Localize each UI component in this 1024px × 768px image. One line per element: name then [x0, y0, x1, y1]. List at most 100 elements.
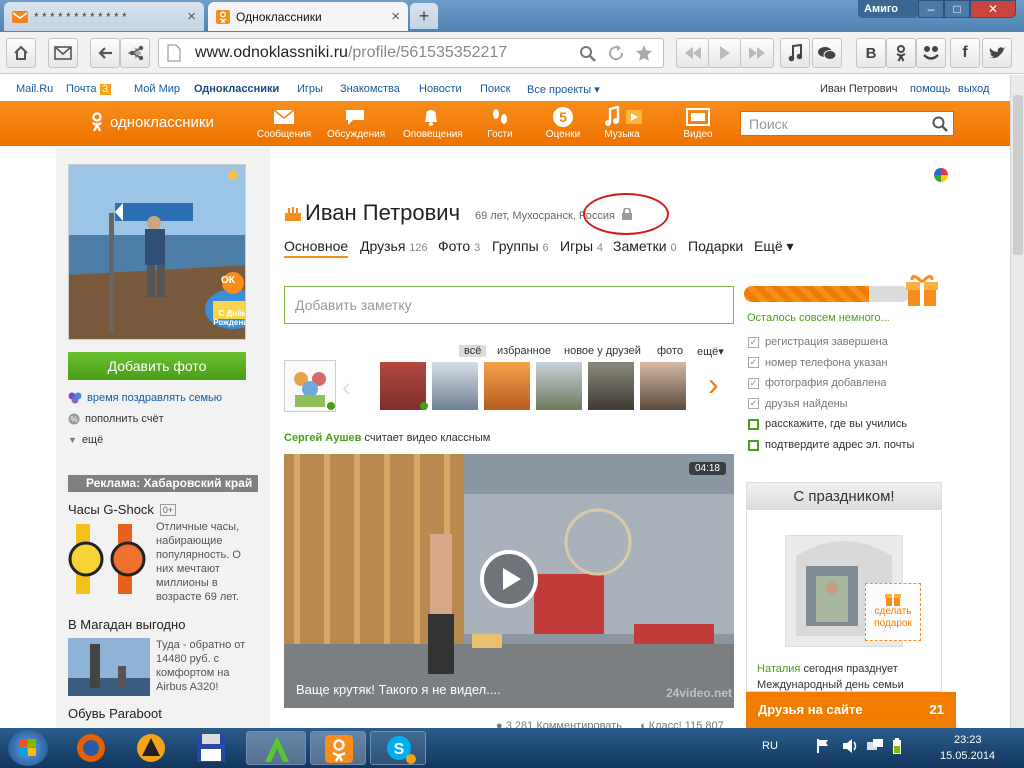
- aimp-icon[interactable]: [124, 731, 178, 765]
- firefox-icon[interactable]: [64, 731, 118, 765]
- friend-thumb[interactable]: [484, 362, 530, 410]
- facebook-icon[interactable]: f: [950, 38, 980, 68]
- browser-tab-ok[interactable]: Одноклассники ×: [208, 2, 408, 31]
- link-user-name[interactable]: Иван Петрович: [820, 83, 898, 95]
- make-gift-button[interactable]: сделать подарок: [865, 583, 921, 641]
- clock-date[interactable]: 15.05.2014: [940, 750, 995, 762]
- tab-groups[interactable]: Группы 6: [492, 238, 549, 254]
- floppy-save-icon[interactable]: [184, 731, 238, 765]
- play-icon[interactable]: [480, 550, 538, 608]
- amigo-icon[interactable]: [246, 731, 306, 765]
- ok-social-icon[interactable]: [886, 38, 916, 68]
- reload-icon[interactable]: [607, 44, 625, 62]
- ad-magadan-image[interactable]: [68, 638, 150, 696]
- vk-icon[interactable]: В: [856, 38, 886, 68]
- chat-bubbles-icon[interactable]: [812, 38, 842, 68]
- profile-avatar[interactable]: ОК С Днём Рождения: [68, 164, 246, 340]
- skype-icon[interactable]: S: [370, 731, 426, 765]
- ok-search-input[interactable]: Поиск: [740, 111, 954, 136]
- flag-icon[interactable]: [816, 738, 830, 754]
- ok-logo[interactable]: одноклассники: [90, 112, 214, 132]
- all-friends-icon[interactable]: [284, 360, 336, 412]
- moymir-icon[interactable]: [916, 38, 946, 68]
- friend-thumb[interactable]: [432, 362, 478, 410]
- link-mailru[interactable]: Mail.Ru: [16, 83, 53, 95]
- nav-music[interactable]: Музыка: [594, 105, 650, 140]
- link-all-projects[interactable]: Все проекты ▾: [527, 83, 600, 96]
- ad-gshock-image[interactable]: [68, 524, 150, 594]
- ok-taskbar-icon[interactable]: [310, 731, 366, 765]
- friend-thumb[interactable]: [536, 362, 582, 410]
- friends-online-bar[interactable]: Друзья на сайте 21: [746, 692, 956, 728]
- carousel-left-icon[interactable]: ‹: [342, 372, 351, 403]
- close-tab-icon[interactable]: ×: [391, 8, 400, 25]
- volume-icon[interactable]: [842, 738, 858, 754]
- tab-games[interactable]: Игры 4: [560, 238, 603, 254]
- nav-notifications[interactable]: Оповещения: [403, 105, 463, 140]
- tab-notes[interactable]: Заметки 0: [613, 238, 677, 254]
- color-wheel-icon[interactable]: [934, 168, 948, 182]
- link-znakomstva[interactable]: Знакомства: [340, 83, 400, 95]
- home-icon[interactable]: [6, 38, 36, 68]
- more-link[interactable]: ▼ ещё: [68, 434, 103, 446]
- tab-main[interactable]: Основное: [284, 238, 349, 258]
- scrollbar-thumb[interactable]: [1013, 95, 1023, 255]
- twitter-icon[interactable]: [982, 38, 1012, 68]
- address-bar[interactable]: www.odnoklassniki.ru/profile/56153535221…: [129, 38, 664, 68]
- ad-gshock-title[interactable]: Часы G-Shock 0+: [68, 502, 177, 517]
- tab-photos[interactable]: Фото 3: [438, 238, 480, 254]
- media-play-icon[interactable]: [708, 38, 742, 68]
- network-icon[interactable]: [866, 738, 884, 754]
- browser-profile-button[interactable]: Амиго: [858, 0, 918, 18]
- page-scrollbar[interactable]: [1010, 75, 1024, 728]
- clock-time[interactable]: 23:23: [954, 734, 982, 746]
- start-button[interactable]: [8, 730, 48, 766]
- checklist-item[interactable]: подтвердите адрес эл. почты: [748, 439, 914, 451]
- close-tab-icon[interactable]: ×: [187, 8, 196, 25]
- link-moymir[interactable]: Мой Мир: [134, 83, 180, 95]
- gift-icon[interactable]: [906, 272, 938, 308]
- filter-all[interactable]: всё: [459, 345, 487, 357]
- checklist-item[interactable]: расскажите, где вы учились: [748, 418, 907, 430]
- add-note-input[interactable]: Добавить заметку: [284, 286, 734, 324]
- nav-ratings[interactable]: 5 Оценки: [535, 105, 591, 140]
- link-poisk[interactable]: Поиск: [480, 83, 510, 95]
- new-tab-button[interactable]: +: [410, 3, 438, 29]
- link-help[interactable]: помощь: [910, 83, 951, 95]
- video-player[interactable]: 04:18 Ваще крутяк! Такого я не видел....…: [284, 454, 734, 708]
- media-next-icon[interactable]: [740, 38, 774, 68]
- link-igry[interactable]: Игры: [297, 83, 323, 95]
- bookmark-star-icon[interactable]: [635, 44, 653, 62]
- link-novosti[interactable]: Новости: [419, 83, 462, 95]
- topup-link[interactable]: % пополнить счёт: [68, 413, 164, 425]
- nav-guests[interactable]: Гости: [472, 105, 528, 140]
- close-window-icon[interactable]: ✕: [970, 0, 1016, 18]
- link-odnoklassniki[interactable]: Одноклассники: [194, 83, 279, 95]
- holiday-person-link[interactable]: Наталия: [757, 663, 800, 675]
- filter-more[interactable]: ещё▾: [697, 345, 724, 358]
- tab-gifts[interactable]: Подарки: [688, 238, 743, 254]
- language-indicator[interactable]: RU: [762, 740, 778, 752]
- feed-author-link[interactable]: Сергей Аушев: [284, 432, 361, 444]
- nav-video[interactable]: Видео: [670, 105, 726, 140]
- search-icon[interactable]: [579, 45, 597, 63]
- mail-envelope-icon[interactable]: [48, 38, 78, 68]
- maximize-icon[interactable]: □: [944, 0, 970, 18]
- minimize-icon[interactable]: –: [918, 0, 944, 18]
- battery-icon[interactable]: [892, 738, 902, 754]
- tab-more[interactable]: Ещё ▾: [754, 238, 794, 255]
- carousel-right-icon[interactable]: ›: [708, 366, 719, 403]
- browser-tab-mail[interactable]: * * * * * * * * * * * * ×: [4, 2, 204, 31]
- back-icon[interactable]: [90, 38, 120, 68]
- filter-new-from-friends[interactable]: новое у друзей: [564, 345, 641, 357]
- friend-thumb[interactable]: [588, 362, 634, 410]
- nav-discussions[interactable]: Обсуждения: [327, 105, 385, 140]
- share-icon[interactable]: [129, 45, 145, 61]
- ad-paraboot-title[interactable]: Обувь Paraboot: [68, 706, 162, 721]
- tab-friends[interactable]: Друзья 126: [360, 238, 428, 254]
- link-exit[interactable]: выход: [958, 83, 989, 95]
- add-photo-button[interactable]: Добавить фото: [68, 352, 246, 380]
- link-pochta[interactable]: Почта 3: [66, 83, 112, 95]
- media-prev-icon[interactable]: [676, 38, 710, 68]
- search-icon[interactable]: [932, 116, 948, 132]
